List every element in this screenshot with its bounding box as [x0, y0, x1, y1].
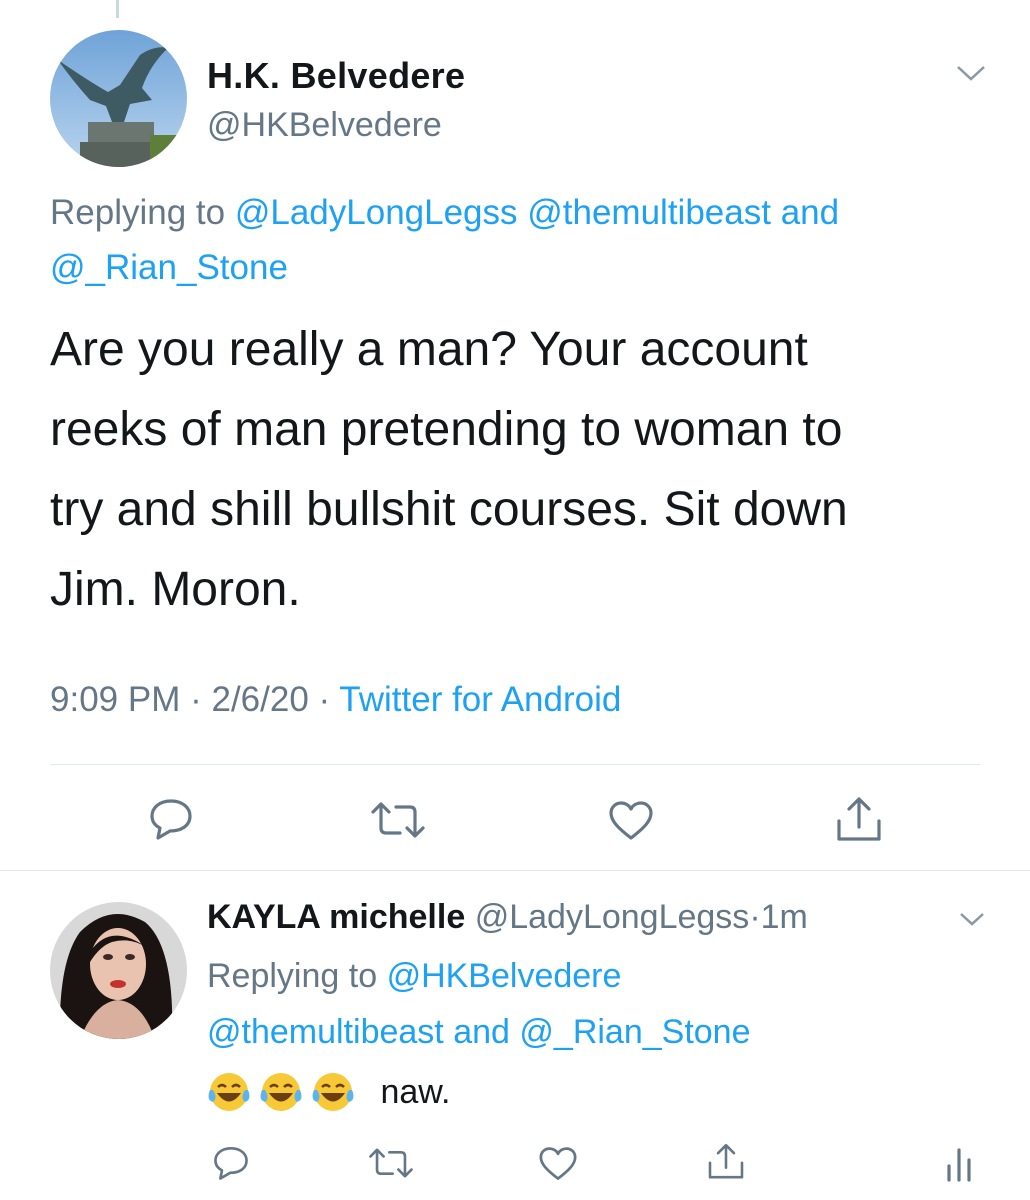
retweet-icon — [371, 802, 425, 838]
reply-author-handle[interactable]: @LadyLongLegss — [475, 898, 750, 936]
reply-text-content: naw. — [380, 1072, 451, 1111]
retweet-button[interactable] — [368, 1146, 414, 1185]
mention-link-rian[interactable]: @_Rian_Stone — [50, 248, 288, 287]
replying-and[interactable]: and — [781, 193, 839, 232]
retweet-icon — [369, 1148, 413, 1178]
tweet-text-line: Jim. Moron. — [50, 563, 301, 616]
like-icon — [609, 801, 653, 840]
mention-link-rian[interactable]: @_Rian_Stone — [519, 1013, 750, 1051]
analytics-icon — [947, 1148, 971, 1182]
replying-and[interactable]: and — [453, 1013, 510, 1051]
like-icon — [539, 1147, 577, 1180]
thread-connector — [116, 0, 119, 18]
share-icon — [708, 1143, 744, 1179]
reply-author-line: KAYLA michelle @LadyLongLegss·1m — [207, 898, 808, 937]
avatar[interactable] — [50, 30, 187, 167]
tweet-time[interactable]: 9:09 PM — [50, 680, 180, 719]
divider — [0, 870, 1030, 871]
meta-separator: · — [318, 680, 331, 719]
tweet-text-line: Are you really a man? Your account — [50, 323, 808, 376]
share-button[interactable] — [834, 797, 884, 848]
face-with-tears-of-joy-icon — [312, 1073, 354, 1111]
tweet-meta: 9:09 PM · 2/6/20 · Twitter for Android — [50, 680, 621, 720]
reply-button[interactable] — [212, 1145, 250, 1186]
replying-to: Replying to @LadyLongLegss @themultibeas… — [50, 185, 1010, 241]
mention-link-hkbelvedere[interactable]: @HKBelvedere — [387, 957, 622, 995]
reply-icon — [214, 1146, 248, 1180]
reply-replying-to: Replying to @HKBelvedere — [207, 948, 1007, 1004]
tweet-source[interactable]: Twitter for Android — [339, 680, 621, 719]
replying-to-continued: @_Rian_Stone — [50, 240, 1010, 296]
like-button[interactable] — [608, 800, 654, 847]
face-with-tears-of-joy-icon — [208, 1073, 250, 1111]
tweet-text-line: try and shill bullshit courses. Sit down — [50, 483, 848, 536]
tweet-text: Are you really a man? Your account reeks… — [50, 310, 1010, 630]
chevron-down-icon[interactable] — [955, 63, 987, 83]
chevron-down-icon[interactable] — [958, 910, 986, 928]
mention-links-1[interactable]: @LadyLongLegss @themultibeast — [235, 193, 771, 232]
meta-separator: · — [749, 898, 761, 936]
share-icon — [837, 797, 881, 841]
avatar[interactable] — [50, 902, 187, 1039]
divider — [50, 764, 980, 765]
author-name[interactable]: H.K. Belvedere — [207, 55, 465, 97]
mention-link-multibeast[interactable]: @themultibeast — [207, 1013, 444, 1051]
meta-separator: · — [190, 680, 202, 719]
reply-age[interactable]: 1m — [761, 898, 808, 936]
share-button[interactable] — [706, 1143, 746, 1186]
reply-button[interactable] — [148, 797, 194, 846]
tweet-text-line: reeks of man pretending to woman to — [50, 403, 843, 456]
face-with-tears-of-joy-icon — [260, 1073, 302, 1111]
reply-icon — [150, 799, 192, 840]
reply-author-name[interactable]: KAYLA michelle — [207, 898, 465, 936]
analytics-button[interactable] — [944, 1146, 974, 1187]
reply-replying-to-continued: @themultibeast and @_Rian_Stone — [207, 1004, 1007, 1060]
like-button[interactable] — [538, 1146, 578, 1187]
replying-prefix: Replying to — [50, 193, 226, 232]
reply-text: naw. — [207, 1070, 450, 1114]
author-handle[interactable]: @HKBelvedere — [207, 106, 442, 145]
tweet-date[interactable]: 2/6/20 — [211, 680, 308, 719]
retweet-button[interactable] — [370, 800, 426, 845]
replying-prefix: Replying to — [207, 957, 378, 995]
